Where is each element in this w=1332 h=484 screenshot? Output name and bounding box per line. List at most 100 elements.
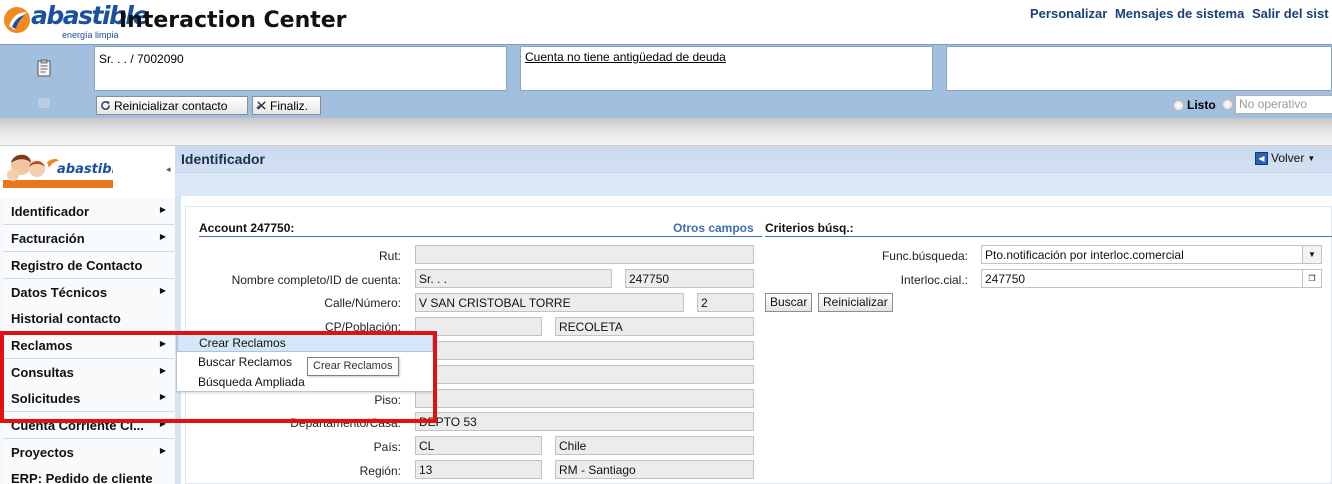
context-bar: Sr. . . / 7002090 Cuenta no tiene antigü…: [0, 44, 1332, 118]
rut-field[interactable]: [415, 245, 754, 264]
partner-label: Interloc.cial.:: [900, 273, 968, 287]
nav-item-reclamos[interactable]: Reclamos ▶: [3, 332, 174, 359]
family-brand-logo-icon: abastible: [3, 148, 113, 190]
account-id-field[interactable]: 247750: [625, 269, 754, 288]
tooltip: Crear Reclamos: [307, 357, 399, 376]
clipboard-icon[interactable]: [35, 59, 53, 77]
nav-item-registro-contacto[interactable]: Registro de Contacto: [3, 252, 174, 279]
value-help-icon[interactable]: ❐: [1302, 270, 1321, 287]
search-function-label: Func.búsqueda:: [881, 249, 968, 263]
street-field[interactable]: V SAN CRISTOBAL TORRE: [415, 293, 684, 312]
not-operational-field[interactable]: No operativo: [1235, 95, 1332, 114]
collapse-nav-arrow-icon[interactable]: ◂: [166, 164, 174, 178]
app-title: Interaction Center: [119, 8, 347, 33]
region-code-field[interactable]: 13: [415, 460, 542, 479]
address-line-field[interactable]: [415, 341, 754, 360]
floor-field[interactable]: [415, 389, 754, 408]
street-number-field[interactable]: 2: [697, 293, 754, 312]
apartment-label: Departamento/Casa:: [290, 416, 401, 430]
region-label: Región:: [359, 464, 401, 478]
chevron-right-icon: ▶: [159, 419, 166, 428]
system-messages-link[interactable]: Mensajes de sistema: [1115, 6, 1244, 21]
chevron-right-icon: ▶: [159, 392, 166, 401]
chevron-right-icon: ▶: [159, 339, 166, 348]
search-button[interactable]: Buscar: [765, 293, 813, 312]
nav-item-label: Proyectos: [11, 445, 74, 460]
not-operational-radio-icon[interactable]: [1222, 99, 1233, 110]
country-name-field[interactable]: Chile: [555, 436, 754, 455]
nav-item-solicitudes[interactable]: Solicitudes ▶: [3, 385, 174, 412]
back-arrow-icon: ◀: [1255, 151, 1268, 165]
chevron-right-icon: ▶: [159, 286, 166, 295]
nav-item-label: Reclamos: [11, 338, 73, 353]
name-label: Nombre completo/ID de cuenta:: [231, 273, 401, 287]
nav-item-proyectos[interactable]: Proyectos ▶: [3, 439, 174, 466]
nav-item-label: Cuenta Corriente Cl...: [11, 418, 144, 433]
other-fields-link[interactable]: Otros campos: [673, 221, 754, 235]
app-header: abastible energía limpia Interaction Cen…: [0, 0, 1332, 44]
chevron-right-icon: ▶: [159, 446, 166, 455]
dropdown-arrow-icon[interactable]: ▼: [1302, 246, 1321, 263]
back-label: Volver: [1271, 151, 1305, 165]
nav-splitter[interactable]: [175, 146, 181, 484]
flame-logo-icon: [4, 7, 30, 33]
finalize-button[interactable]: Finaliz.: [252, 96, 321, 115]
nav-item-label: Historial contacto: [11, 311, 121, 326]
status-ready-option[interactable]: Listo: [1173, 98, 1216, 112]
reset-button[interactable]: Reinicializar: [818, 293, 893, 312]
nav-item-consultas[interactable]: Consultas ▶: [3, 359, 174, 386]
country-code-field[interactable]: CL: [415, 436, 542, 455]
name-field[interactable]: Sr. . .: [415, 269, 612, 288]
search-function-select[interactable]: Pto.notificación por interloc.comercial …: [981, 245, 1322, 264]
search-function-value: Pto.notificación por interloc.comercial: [985, 248, 1184, 262]
section-divider: [199, 236, 762, 237]
navigation-bar: Identificador ▶ Facturación ▶ Registro de …: [0, 198, 175, 484]
section-divider: [765, 236, 1332, 237]
nav-item-label: Solicitudes: [11, 391, 81, 406]
chevron-down-icon[interactable]: ▼: [1307, 154, 1315, 163]
nav-item-cuenta-corriente[interactable]: Cuenta Corriente Cl... ▶: [3, 412, 174, 439]
context-extra-box: [946, 46, 1332, 91]
street-label: Calle/Número:: [324, 296, 401, 310]
submenu-item-create-claims[interactable]: Crear Reclamos: [177, 333, 433, 352]
country-label: País:: [373, 440, 401, 454]
refresh-icon: [101, 100, 110, 110]
address-line-field[interactable]: [415, 365, 754, 384]
nav-item-label: ERP: Pedido de cliente: [11, 471, 153, 484]
nav-logo-area: abastible: [0, 146, 175, 198]
rut-label: Rut:: [378, 249, 401, 263]
partner-field[interactable]: 247750 ❐: [981, 269, 1322, 288]
nav-item-identificador[interactable]: Identificador ▶: [3, 198, 174, 225]
reset-contact-button[interactable]: Reinicializar contacto: [96, 96, 248, 115]
back-button[interactable]: ◀ Volver ▼: [1255, 151, 1315, 165]
nav-item-historial-contacto[interactable]: Historial contacto: [3, 305, 174, 332]
nav-item-erp-pedido[interactable]: ERP: Pedido de cliente: [3, 465, 174, 484]
customer-context-box: Sr. . . / 7002090: [94, 46, 507, 91]
region-name-field[interactable]: RM - Santiago: [555, 460, 754, 479]
apartment-field[interactable]: DEPTO 53: [415, 412, 754, 431]
reset-contact-label: Reinicializar contacto: [114, 98, 228, 113]
floor-label: Piso:: [374, 393, 401, 407]
top-links: Personalizar Mensajes de sistema Salir d…: [1030, 6, 1332, 21]
main-header-subbar: [175, 172, 1332, 196]
partner-value: 247750: [985, 272, 1026, 286]
chevron-right-icon: ▶: [159, 366, 166, 375]
finalize-label: Finaliz.: [270, 98, 309, 113]
nav-item-label: Registro de Contacto: [11, 258, 143, 273]
status-ready-label: Listo: [1187, 98, 1216, 112]
city-field[interactable]: RECOLETA: [555, 317, 754, 336]
personalize-link[interactable]: Personalizar: [1030, 6, 1107, 21]
toolbar-divider: [0, 118, 1332, 146]
nav-item-datos-tecnicos[interactable]: Datos Técnicos ▶: [3, 279, 174, 306]
nav-item-label: Identificador: [11, 204, 90, 219]
nav-item-label: Facturación: [11, 231, 85, 246]
logout-link[interactable]: Salir del sist: [1252, 6, 1329, 21]
ready-radio-icon[interactable]: [1173, 99, 1184, 111]
debt-status-box[interactable]: Cuenta no tiene antigüedad de deuda: [520, 46, 933, 91]
nav-item-facturacion[interactable]: Facturación ▶: [3, 225, 174, 252]
chevron-right-icon: ▶: [159, 205, 166, 214]
postal-code-field[interactable]: [415, 317, 542, 336]
account-section-title: Account 247750:: [199, 221, 295, 235]
status-not-operational-option[interactable]: No operativo: [1222, 95, 1332, 114]
criteria-section-title: Criterios búsq.:: [765, 221, 854, 235]
